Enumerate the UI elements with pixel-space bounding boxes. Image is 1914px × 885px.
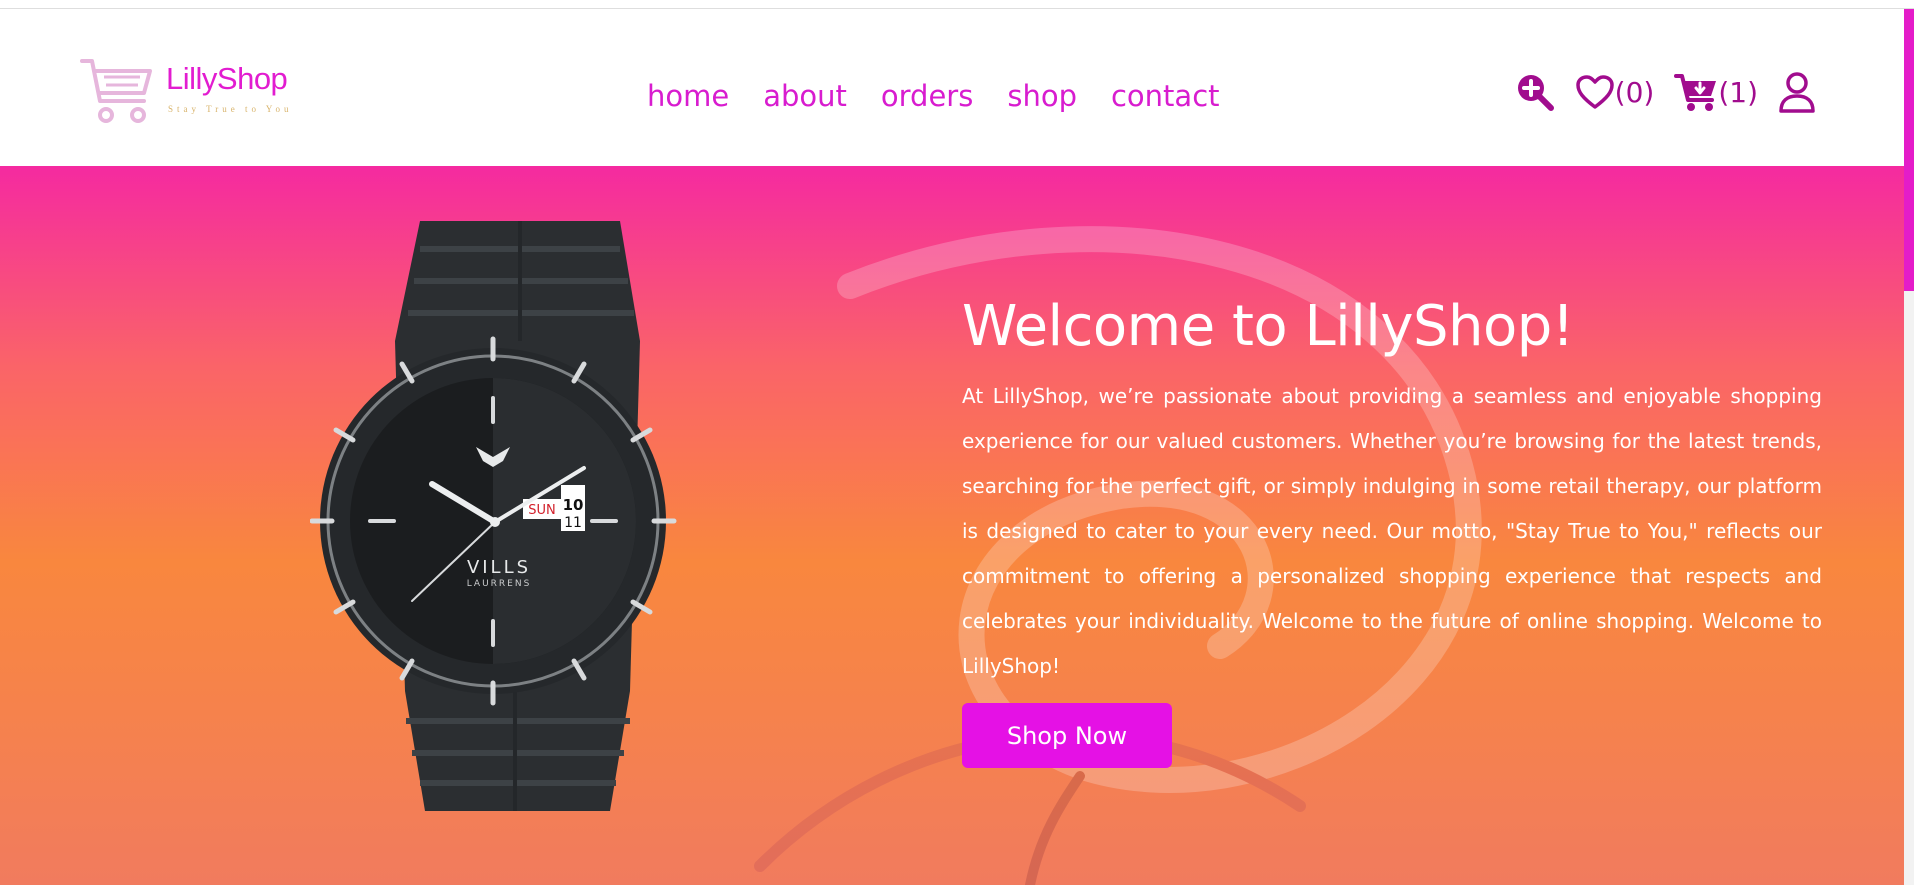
account-button[interactable] — [1778, 71, 1816, 113]
user-icon — [1779, 72, 1815, 113]
nav-link-orders[interactable]: orders — [881, 79, 973, 113]
nav-link-about[interactable]: about — [763, 79, 847, 113]
brand-name: LillyShop — [166, 61, 288, 96]
hero-description: At LillyShop, we’re passionate about pro… — [962, 384, 1822, 678]
main-nav: home about orders shop contact — [647, 79, 1220, 113]
nav-link-contact[interactable]: contact — [1111, 79, 1220, 113]
brand-tagline: Stay True to You — [168, 104, 293, 114]
wishlist-count: (0) — [1614, 75, 1655, 109]
cart-download-icon — [1674, 74, 1717, 111]
watch-day-text: SUN — [528, 503, 556, 518]
heart-icon — [1575, 75, 1614, 109]
shop-now-button[interactable]: Shop Now — [962, 703, 1172, 768]
top-border — [0, 0, 1914, 9]
hero-section: VILLS LAURRENS SUN 10 11 Welcome to Lill… — [0, 166, 1904, 885]
hero-title: Welcome to LillyShop! — [962, 294, 1574, 359]
search-plus-icon — [1517, 75, 1554, 111]
cart-count: (1) — [1718, 75, 1758, 109]
search-button[interactable] — [1515, 72, 1555, 112]
logo[interactable]: LillyShop Stay True to You — [80, 47, 300, 127]
navbar: LillyShop Stay True to You home about or… — [0, 9, 1904, 166]
product-watch-image: VILLS LAURRENS SUN 10 11 — [310, 221, 677, 811]
nav-link-home[interactable]: home — [647, 79, 729, 113]
wishlist-button[interactable]: (0) — [1575, 74, 1655, 110]
header-icons: (0) (1) — [1515, 71, 1816, 113]
watch-next-date-text: 11 — [564, 515, 582, 531]
watch-date-text: 10 — [563, 496, 584, 514]
cart-button[interactable]: (1) — [1674, 72, 1758, 112]
scrollbar-thumb[interactable] — [1904, 9, 1914, 291]
nav-link-shop[interactable]: shop — [1007, 79, 1077, 113]
watch-brand-subtext: LAURRENS — [467, 579, 532, 589]
shopping-cart-logo-icon — [80, 59, 152, 123]
watch-brand-text: VILLS — [467, 557, 531, 578]
